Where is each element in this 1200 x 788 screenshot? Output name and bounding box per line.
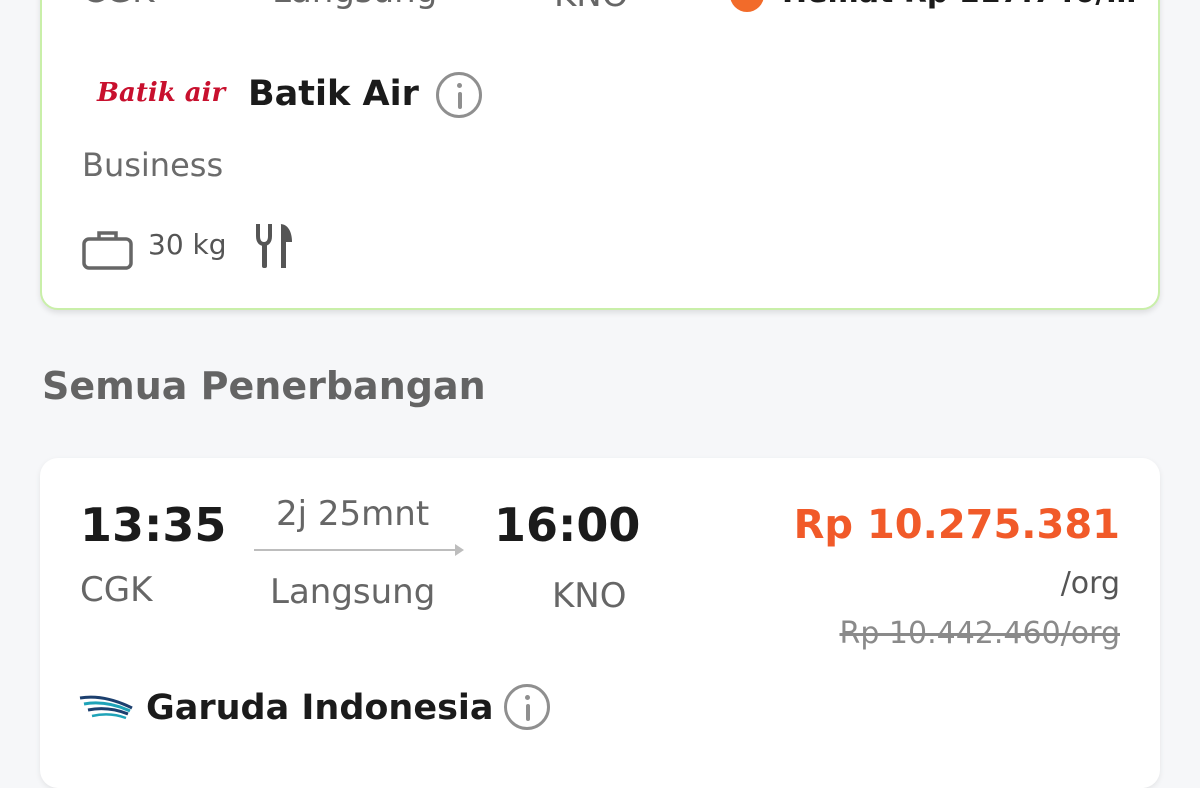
airline-name: Batik Air xyxy=(248,74,419,114)
garuda-bird-logo xyxy=(78,692,134,722)
price-unit: /org xyxy=(1061,566,1120,601)
batik-air-logo: Batik air xyxy=(97,78,225,108)
route-arrow xyxy=(254,549,462,551)
original-price: Rp 10.442.460/org xyxy=(839,616,1120,651)
highlighted-flight-card[interactable]: CGK Langsung KNO Hemat Rp 117.740/… Bati… xyxy=(40,0,1160,310)
promo-savings-text: Hemat Rp 117.740/… xyxy=(782,0,1136,8)
price: Rp 10.275.381 xyxy=(794,502,1120,548)
route-type: Langsung xyxy=(270,572,435,612)
destination-code: KNO xyxy=(552,576,627,616)
flight-duration: 2j 25mnt xyxy=(276,494,429,534)
suitcase-icon xyxy=(82,229,134,271)
origin-code: CGK xyxy=(82,0,154,8)
baggage-allowance: 30 kg xyxy=(148,228,227,261)
airline-name: Garuda Indonesia xyxy=(146,688,494,728)
destination-code: KNO xyxy=(554,0,629,12)
info-icon[interactable] xyxy=(436,72,482,118)
departure-time: 13:35 xyxy=(80,498,226,552)
discount-badge-icon xyxy=(730,0,764,12)
fork-knife-icon xyxy=(252,222,300,270)
origin-code: CGK xyxy=(80,570,152,610)
info-icon[interactable] xyxy=(504,684,550,730)
arrival-time: 16:00 xyxy=(494,498,640,552)
section-title: Semua Penerbangan xyxy=(42,364,486,408)
cabin-class: Business xyxy=(82,146,223,184)
flight-result-card[interactable]: 13:35 2j 25mnt 16:00 CGK Langsung KNO Rp… xyxy=(40,458,1160,788)
route-type: Langsung xyxy=(272,0,437,8)
